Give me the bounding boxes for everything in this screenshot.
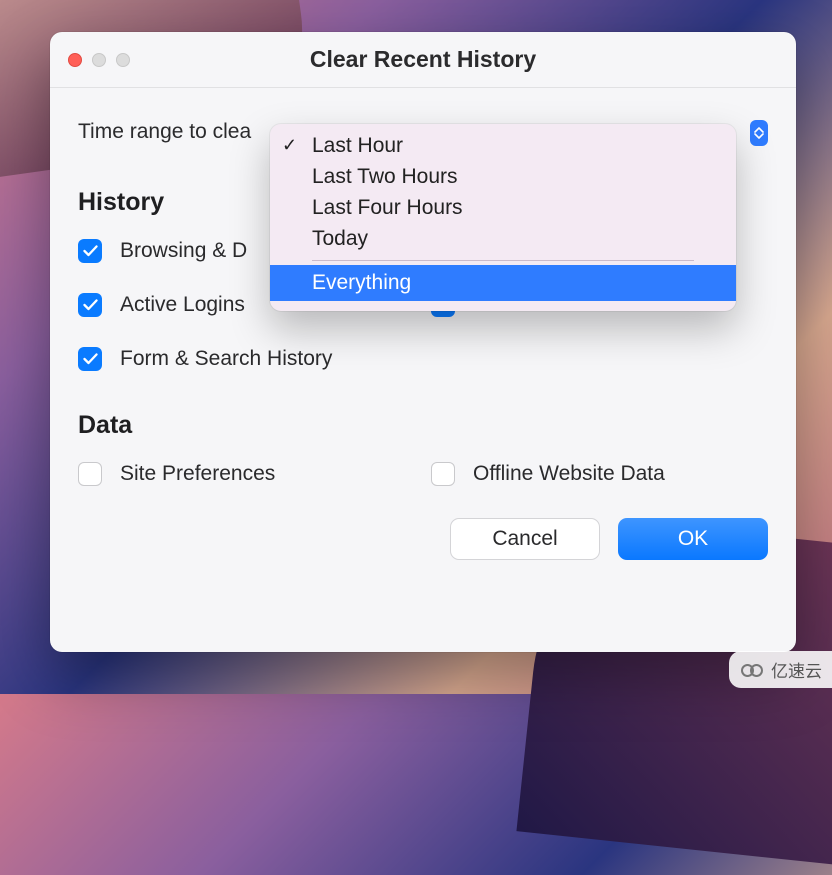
checkbox-row-site-prefs[interactable]: Site Preferences <box>78 462 415 486</box>
checkbox-label: Form & Search History <box>120 347 332 371</box>
menu-item-label: Last Four Hours <box>312 196 463 220</box>
check-icon <box>83 299 98 311</box>
titlebar: Clear Recent History <box>50 32 796 88</box>
cancel-button[interactable]: Cancel <box>450 518 600 560</box>
menu-item-label: Last Hour <box>312 134 403 158</box>
ok-button[interactable]: OK <box>618 518 768 560</box>
time-range-menu: ✓ Last Hour Last Two Hours Last Four Hou… <box>270 124 736 311</box>
checkbox-label: Offline Website Data <box>473 462 665 486</box>
checkbox-form-search[interactable] <box>78 347 102 371</box>
cloud-icon <box>741 661 765 679</box>
checkbox-row-offline-data[interactable]: Offline Website Data <box>431 462 768 486</box>
check-icon: ✓ <box>282 135 297 156</box>
menu-item-last-four-hours[interactable]: Last Four Hours <box>270 192 736 223</box>
menu-separator <box>312 260 694 261</box>
menu-item-last-hour[interactable]: ✓ Last Hour <box>270 130 736 161</box>
menu-item-today[interactable]: Today <box>270 223 736 254</box>
checkbox-row-form-search[interactable]: Form & Search History <box>78 347 768 371</box>
checkbox-offline-data[interactable] <box>431 462 455 486</box>
check-icon <box>83 245 98 257</box>
window-controls <box>50 53 130 67</box>
check-icon <box>83 353 98 365</box>
dialog-title: Clear Recent History <box>50 46 796 73</box>
checkbox-label: Browsing & D <box>120 239 247 263</box>
button-label: OK <box>678 527 708 551</box>
menu-item-last-two-hours[interactable]: Last Two Hours <box>270 161 736 192</box>
checkbox-browsing[interactable] <box>78 239 102 263</box>
button-label: Cancel <box>492 527 557 551</box>
zoom-window-button[interactable] <box>116 53 130 67</box>
checkbox-label: Active Logins <box>120 293 245 317</box>
checkbox-label: Site Preferences <box>120 462 275 486</box>
menu-item-label: Today <box>312 227 368 251</box>
close-window-button[interactable] <box>68 53 82 67</box>
time-range-label: Time range to clea <box>78 120 251 144</box>
menu-item-everything[interactable]: Everything <box>270 265 736 301</box>
minimize-window-button[interactable] <box>92 53 106 67</box>
watermark: 亿速云 <box>729 651 832 688</box>
menu-item-label: Last Two Hours <box>312 165 458 189</box>
watermark-text: 亿速云 <box>771 657 822 682</box>
data-options-grid: Site Preferences Offline Website Data <box>78 462 768 486</box>
checkbox-active-logins[interactable] <box>78 293 102 317</box>
dialog-buttons: Cancel OK <box>450 518 768 560</box>
menu-item-label: Everything <box>312 271 411 295</box>
checkbox-site-prefs[interactable] <box>78 462 102 486</box>
time-range-select-stepper[interactable] <box>750 120 768 146</box>
chevron-down-icon <box>754 133 764 139</box>
data-section-heading: Data <box>78 411 768 440</box>
